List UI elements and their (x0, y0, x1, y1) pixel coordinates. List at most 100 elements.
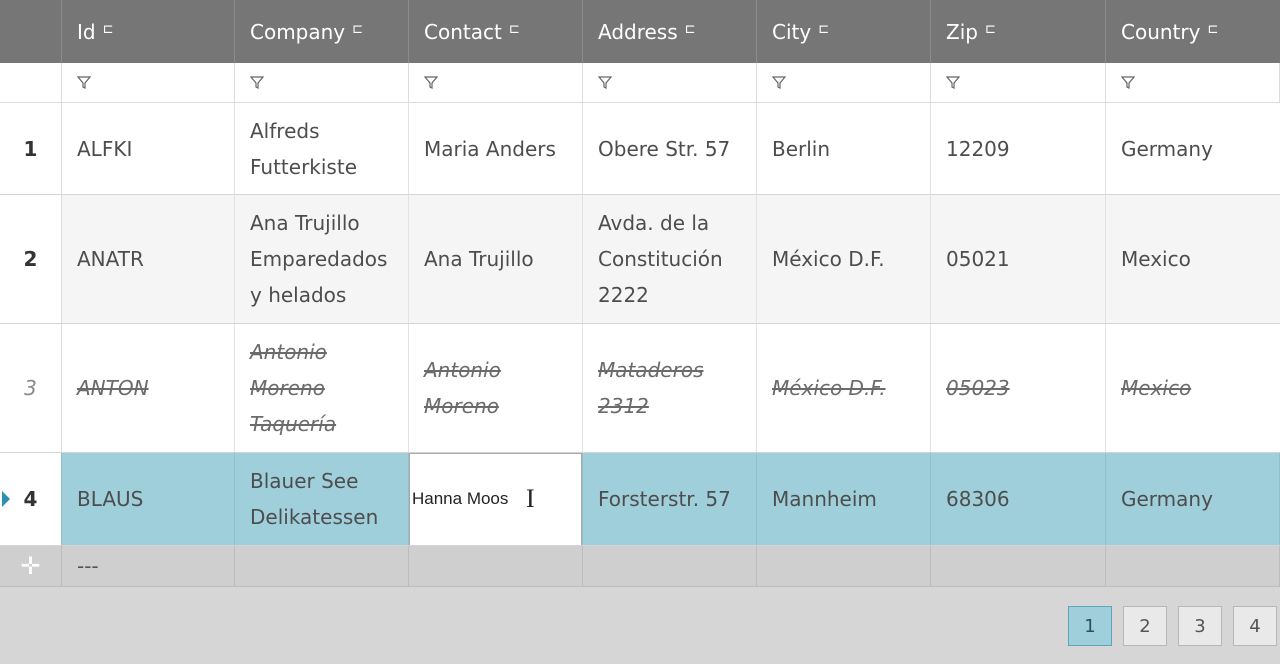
cell-text: 68306 (946, 487, 1010, 511)
cell-address[interactable]: Obere Str. 57 (583, 103, 757, 194)
filter-icon[interactable] (1121, 75, 1135, 90)
new-row-cell[interactable] (1106, 546, 1280, 586)
filter-row (0, 63, 1280, 103)
column-header-company[interactable]: Company ⊏ (235, 0, 409, 63)
filter-cell-city[interactable] (757, 63, 931, 102)
cell-text: Futterkiste (250, 154, 358, 179)
filter-icon[interactable] (77, 75, 91, 90)
cell-city[interactable]: Berlin (757, 103, 931, 194)
new-row-cell[interactable] (757, 546, 931, 586)
pin-icon[interactable]: ⊏ (352, 12, 363, 48)
cell-text: Delikatessen (250, 505, 379, 529)
cell-country[interactable]: Mexico (1106, 324, 1280, 452)
column-header-id[interactable]: Id ⊏ (62, 0, 235, 63)
filter-cell-contact[interactable] (409, 63, 583, 102)
cell-text: Antonio (250, 340, 327, 364)
pin-icon[interactable]: ⊏ (818, 12, 829, 48)
cell-address[interactable]: Mataderos 2312 (583, 324, 757, 452)
table-row[interactable]: 1 ALFKI Alfreds Futterkiste Maria Anders … (0, 103, 1280, 195)
new-row-cell[interactable] (931, 546, 1106, 586)
cell-address[interactable]: Forsterstr. 57 (583, 453, 757, 545)
cell-country[interactable]: Mexico (1106, 195, 1280, 323)
cell-text: BLAUS (77, 487, 144, 511)
cell-text: Avda. de la (598, 211, 710, 235)
cell-text: Emparedados (250, 247, 388, 271)
pin-icon[interactable]: ⊏ (685, 12, 696, 48)
cell-text: Taquería (250, 412, 337, 436)
cell-contact-editing[interactable]: I (409, 453, 583, 545)
cell-zip[interactable]: 68306 (931, 453, 1106, 545)
pin-icon[interactable]: ⊏ (509, 12, 520, 48)
column-header-country[interactable]: Country ⊏ (1106, 0, 1280, 63)
pin-icon[interactable]: ⊏ (103, 12, 114, 48)
cell-editor[interactable]: I (409, 453, 582, 545)
cell-country[interactable]: Germany (1106, 103, 1280, 194)
contact-edit-input[interactable] (412, 489, 532, 509)
cell-text: Ana Trujillo (250, 211, 360, 235)
table-row-selected[interactable]: 4 BLAUS Blauer See Delikatessen I Forster… (0, 453, 1280, 546)
filter-cell-address[interactable] (583, 63, 757, 102)
row-number[interactable]: 1 (0, 103, 62, 194)
page-button-2[interactable]: 2 (1123, 606, 1167, 646)
text-cursor-icon: I (526, 484, 535, 513)
cell-zip[interactable]: 12209 (931, 103, 1106, 194)
cell-company[interactable]: Ana Trujillo Emparedados y helados (235, 195, 409, 323)
page-button-3[interactable]: 3 (1178, 606, 1222, 646)
cell-company[interactable]: Antonio Moreno Taquería (235, 324, 409, 452)
current-row-indicator-icon (2, 491, 10, 507)
cell-city[interactable]: México D.F. (757, 195, 931, 323)
pin-icon[interactable]: ⊏ (985, 12, 996, 48)
grid-header: Id ⊏ Company ⊏ Contact ⊏ Address ⊏ City ⊏ Zip… (0, 0, 1280, 63)
cell-contact[interactable]: Ana Trujillo (409, 195, 583, 323)
filter-cell-country[interactable] (1106, 63, 1280, 102)
column-header-label: Zip (946, 19, 978, 44)
cell-text: 2222 (598, 283, 649, 307)
cell-id[interactable]: ANTON (62, 324, 235, 452)
column-header-label: Country (1121, 19, 1201, 44)
new-row-cell[interactable] (583, 546, 757, 586)
pin-icon[interactable]: ⊏ (1207, 12, 1218, 48)
cell-id[interactable]: ALFKI (62, 103, 235, 194)
cell-id[interactable]: BLAUS (62, 453, 235, 545)
cell-contact[interactable]: Antonio Moreno (409, 324, 583, 452)
filter-cell-id[interactable] (62, 63, 235, 102)
new-row-id-cell[interactable]: --- (62, 546, 235, 586)
cell-address[interactable]: Avda. de la Constitución 2222 (583, 195, 757, 323)
cell-zip[interactable]: 05021 (931, 195, 1106, 323)
filter-icon[interactable] (772, 75, 786, 90)
filter-icon[interactable] (250, 75, 264, 90)
filter-icon[interactable] (946, 75, 960, 90)
table-row[interactable]: 2 ANATR Ana Trujillo Emparedados y helados… (0, 195, 1280, 324)
filter-cell-company[interactable] (235, 63, 409, 102)
row-number[interactable]: 2 (0, 195, 62, 323)
cell-text: Obere Str. 57 (598, 136, 731, 161)
table-row-deleted[interactable]: 3 ANTON Antonio Moreno Taquería Antonio Mor… (0, 324, 1280, 453)
column-header-city[interactable]: City ⊏ (757, 0, 931, 63)
new-row[interactable]: ✛ --- (0, 546, 1280, 587)
new-row-cell[interactable] (235, 546, 409, 586)
cell-company[interactable]: Alfreds Futterkiste (235, 103, 409, 194)
filter-icon[interactable] (424, 75, 438, 90)
cell-text: Forsterstr. 57 (598, 487, 731, 511)
row-number-text: 4 (23, 487, 38, 511)
new-row-cell[interactable] (409, 546, 583, 586)
cell-contact[interactable]: Maria Anders (409, 103, 583, 194)
row-number[interactable]: 3 (0, 324, 62, 452)
row-number[interactable]: 4 (0, 453, 62, 545)
page-button-4[interactable]: 4 (1233, 606, 1277, 646)
cell-id[interactable]: ANATR (62, 195, 235, 323)
add-row-button[interactable]: ✛ (0, 546, 62, 586)
page-button-1[interactable]: 1 (1068, 606, 1112, 646)
cell-country[interactable]: Germany (1106, 453, 1280, 545)
cell-text: Blauer See (250, 469, 359, 493)
cell-city[interactable]: México D.F. (757, 324, 931, 452)
column-header-contact[interactable]: Contact ⊏ (409, 0, 583, 63)
cell-zip[interactable]: 05023 (931, 324, 1106, 452)
cell-text: 05023 (946, 376, 1010, 400)
filter-cell-zip[interactable] (931, 63, 1106, 102)
filter-icon[interactable] (598, 75, 612, 90)
cell-company[interactable]: Blauer See Delikatessen (235, 453, 409, 545)
column-header-zip[interactable]: Zip ⊏ (931, 0, 1106, 63)
cell-city[interactable]: Mannheim (757, 453, 931, 545)
column-header-address[interactable]: Address ⊏ (583, 0, 757, 63)
